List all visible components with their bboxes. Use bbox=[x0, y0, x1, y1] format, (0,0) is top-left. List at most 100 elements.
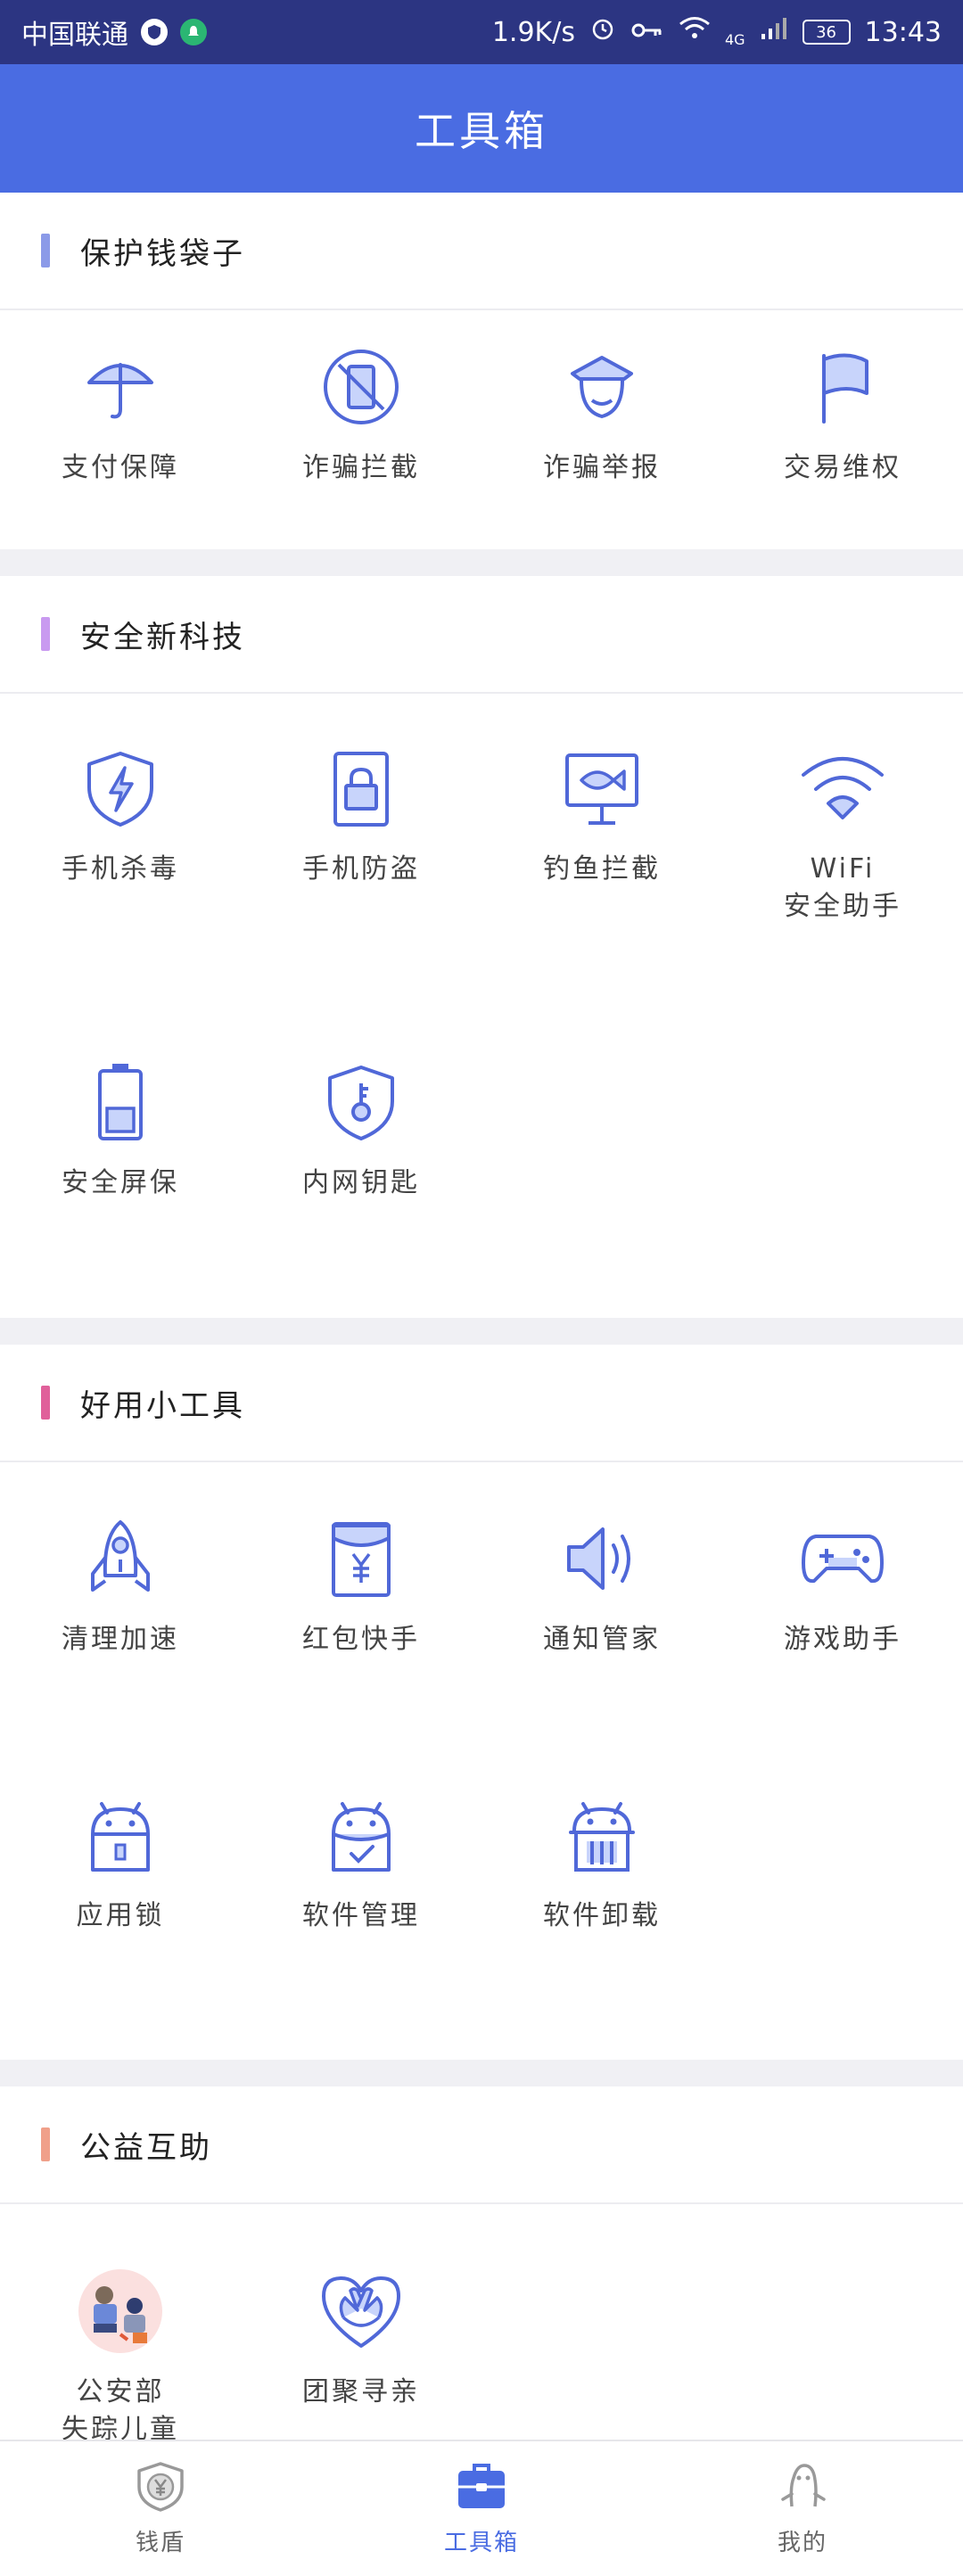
tool-notification-manager[interactable]: 通知管家 bbox=[482, 1516, 722, 1792]
section-title: 安全新科技 bbox=[80, 619, 245, 655]
tool-anti-theft[interactable]: 手机防盗 bbox=[241, 745, 482, 1059]
speaker-icon bbox=[559, 1516, 645, 1601]
tool-label-line1: 公安部 bbox=[76, 2376, 165, 2407]
section-divider bbox=[0, 1318, 963, 1345]
network-speed: 1.9K/s bbox=[491, 16, 575, 48]
section-header: 公益互助 bbox=[0, 2086, 963, 2204]
tool-label-line1: WiFi bbox=[810, 853, 876, 885]
shield-bolt-icon bbox=[78, 745, 163, 831]
nav-label: 工具箱 bbox=[443, 2530, 519, 2556]
tool-label: 软件管理 bbox=[302, 1900, 420, 1931]
tool-label: 钓鱼拦截 bbox=[543, 853, 661, 885]
tool-label: 内网钥匙 bbox=[302, 1167, 420, 1198]
section-public-welfare: 公益互助 公安部 失踪儿童 团聚寻亲 bbox=[0, 2086, 963, 2448]
tool-label: 公安部 失踪儿童 bbox=[62, 2374, 179, 2448]
tool-screen-saver[interactable]: 安全屏保 bbox=[0, 1059, 241, 1264]
tool-wifi-assistant[interactable]: WiFi 安全助手 bbox=[722, 745, 963, 1059]
app-notification-icon bbox=[141, 19, 168, 45]
tool-missing-children[interactable]: 公安部 失踪儿童 bbox=[0, 2268, 241, 2448]
nav-tab-qiandun[interactable]: 钱盾 bbox=[0, 2441, 321, 2576]
section-header: 安全新科技 bbox=[0, 576, 963, 694]
police-icon bbox=[559, 344, 645, 430]
tool-label: 红包快手 bbox=[302, 1624, 420, 1655]
section-protect-wallet: 保护钱袋子 支付保障 诈骗拦截 诈骗举报 交易维权 bbox=[0, 193, 963, 549]
battery-indicator: 36 bbox=[802, 20, 851, 45]
tool-fraud-block[interactable]: 诈骗拦截 bbox=[241, 344, 482, 487]
section-title: 公益互助 bbox=[80, 2129, 212, 2166]
tool-label: 诈骗举报 bbox=[543, 452, 661, 483]
android-check-icon bbox=[318, 1792, 404, 1878]
tool-label: 通知管家 bbox=[543, 1624, 661, 1655]
tool-family-reunion[interactable]: 团聚寻亲 bbox=[241, 2268, 482, 2448]
section-accent-bar bbox=[41, 617, 50, 651]
tool-label: 软件卸载 bbox=[543, 1900, 661, 1931]
heart-hands-icon bbox=[318, 2268, 404, 2354]
tool-label: 清理加速 bbox=[62, 1624, 179, 1655]
yuan-shield-icon bbox=[134, 2460, 187, 2517]
phone-lock-icon bbox=[318, 745, 404, 831]
tool-game-assistant[interactable]: 游戏助手 bbox=[722, 1516, 963, 1792]
nav-tab-toolbox[interactable]: 工具箱 bbox=[321, 2441, 642, 2576]
bell-notification-icon bbox=[180, 19, 207, 45]
battery-icon bbox=[78, 1059, 163, 1145]
fish-monitor-icon bbox=[559, 745, 645, 831]
cell-signal-icon bbox=[760, 16, 788, 48]
tool-label: 团聚寻亲 bbox=[302, 2376, 420, 2407]
section-header: 好用小工具 bbox=[0, 1345, 963, 1462]
android-lock-icon bbox=[78, 1792, 163, 1878]
wifi-icon bbox=[800, 745, 885, 831]
tool-clean-speedup[interactable]: 清理加速 bbox=[0, 1516, 241, 1792]
tool-intranet-key[interactable]: 内网钥匙 bbox=[241, 1059, 482, 1264]
tool-trade-rights[interactable]: 交易维权 bbox=[722, 344, 963, 487]
person-icon bbox=[776, 2460, 829, 2517]
section-divider bbox=[0, 2060, 963, 2086]
section-accent-bar bbox=[41, 2127, 50, 2161]
bottom-navigation: 钱盾 工具箱 我的 bbox=[0, 2440, 963, 2576]
nav-label: 钱盾 bbox=[135, 2530, 185, 2556]
tool-label: 交易维权 bbox=[784, 452, 901, 483]
section-divider bbox=[0, 549, 963, 576]
tool-app-lock[interactable]: 应用锁 bbox=[0, 1792, 241, 2015]
status-bar: 中国联通 1.9K/s 4G 36 13:43 bbox=[0, 0, 963, 64]
tool-fraud-report[interactable]: 诈骗举报 bbox=[482, 344, 722, 487]
nav-label: 我的 bbox=[777, 2530, 827, 2556]
tool-label: 手机杀毒 bbox=[62, 853, 179, 885]
section-accent-bar bbox=[41, 1386, 50, 1420]
tool-red-packet[interactable]: 红包快手 bbox=[241, 1516, 482, 1792]
toolbox-icon bbox=[455, 2460, 508, 2517]
tool-phishing-block[interactable]: 钓鱼拦截 bbox=[482, 745, 722, 1059]
alarm-icon bbox=[589, 15, 616, 49]
tool-label: 诈骗拦截 bbox=[302, 452, 420, 483]
tools-content: 保护钱袋子 支付保障 诈骗拦截 诈骗举报 交易维权 安全新科技 手机杀毒 手机防… bbox=[0, 193, 963, 2448]
tool-label: 手机防盗 bbox=[302, 853, 420, 885]
wifi-signal-icon bbox=[679, 16, 711, 48]
tool-label: 支付保障 bbox=[62, 452, 179, 483]
section-useful-tools: 好用小工具 清理加速 红包快手 通知管家 游戏助手 应用锁 软件管理 软件卸载 bbox=[0, 1345, 963, 2060]
gamepad-icon bbox=[800, 1516, 885, 1601]
section-title: 好用小工具 bbox=[80, 1387, 245, 1424]
network-type: 4G bbox=[724, 31, 745, 48]
umbrella-icon bbox=[78, 344, 163, 430]
missing-children-icon bbox=[78, 2268, 163, 2354]
page-title: 工具箱 bbox=[415, 107, 548, 155]
tool-label: WiFi 安全助手 bbox=[784, 851, 901, 926]
tool-label: 安全屏保 bbox=[62, 1167, 179, 1198]
tool-label: 游戏助手 bbox=[784, 1624, 901, 1655]
section-title: 保护钱袋子 bbox=[80, 235, 245, 272]
tool-software-manager[interactable]: 软件管理 bbox=[241, 1792, 482, 2015]
flag-icon bbox=[800, 344, 885, 430]
nav-tab-mine[interactable]: 我的 bbox=[642, 2441, 963, 2576]
section-security-tech: 安全新科技 手机杀毒 手机防盗 钓鱼拦截 WiFi 安全助手 安全屏保 内网钥匙 bbox=[0, 576, 963, 1318]
tool-software-uninstall[interactable]: 软件卸载 bbox=[482, 1792, 722, 2015]
clock: 13:43 bbox=[864, 16, 942, 48]
red-packet-icon bbox=[318, 1516, 404, 1601]
page-header: 工具箱 bbox=[0, 64, 963, 193]
carrier-name: 中国联通 bbox=[21, 20, 128, 51]
android-trash-icon bbox=[559, 1792, 645, 1878]
tool-antivirus[interactable]: 手机杀毒 bbox=[0, 745, 241, 1059]
phone-block-icon bbox=[318, 344, 404, 430]
tool-label-line2: 安全助手 bbox=[784, 891, 901, 922]
section-accent-bar bbox=[41, 234, 50, 267]
tool-payment-protection[interactable]: 支付保障 bbox=[0, 344, 241, 487]
section-header: 保护钱袋子 bbox=[0, 193, 963, 310]
